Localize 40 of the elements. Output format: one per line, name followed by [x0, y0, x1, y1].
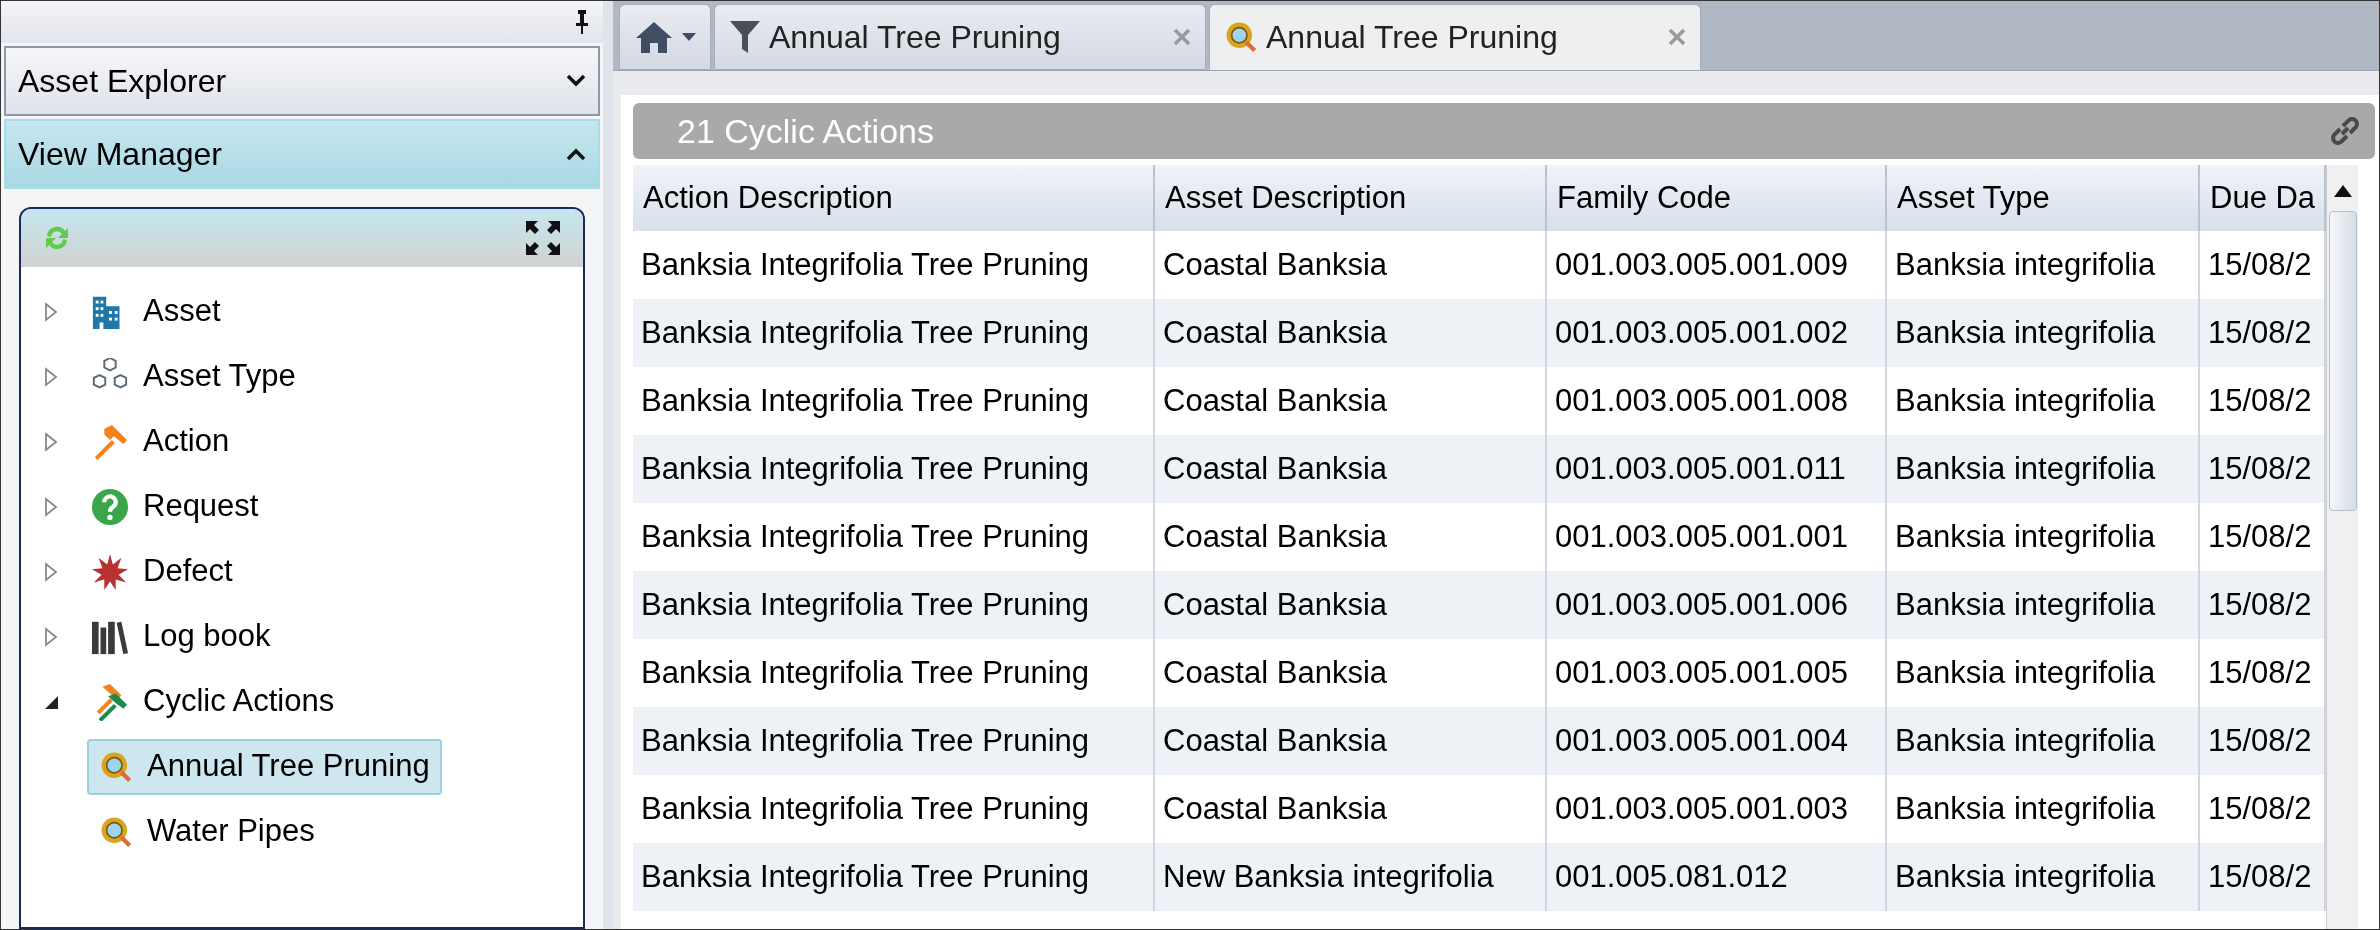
tree-item[interactable]: Asset — [79, 283, 233, 340]
tab-label: Annual Tree Pruning — [1266, 18, 1559, 57]
tab-label: Annual Tree Pruning — [769, 18, 1062, 57]
caret-icon — [682, 33, 696, 41]
scroll-up-icon[interactable] — [2333, 185, 2352, 197]
help-icon — [91, 487, 129, 526]
section-header[interactable]: Asset Explorer — [4, 46, 600, 116]
expand-arrow-icon[interactable] — [43, 431, 59, 452]
expand-arrow-icon[interactable] — [43, 626, 59, 647]
document-tab[interactable]: Annual Tree Pruning — [1209, 4, 1701, 70]
table-cell: New Banksia integrifolia — [1155, 843, 1547, 911]
tree-item[interactable]: Action — [79, 413, 242, 470]
home-tab[interactable] — [619, 4, 711, 70]
tree-item[interactable]: Asset Type — [79, 348, 308, 405]
expand-arrow-icon[interactable] — [43, 496, 59, 517]
document-tab[interactable]: Annual Tree Pruning — [714, 4, 1206, 70]
table-cell: 001.005.081.012 — [1547, 843, 1887, 911]
tree-item[interactable]: Log book — [79, 608, 283, 665]
tree-item[interactable]: Water Pipes — [87, 803, 327, 860]
close-icon[interactable] — [1173, 28, 1191, 46]
grid-title: 21 Cyclic Actions — [677, 110, 934, 152]
tree-item[interactable]: Request — [79, 478, 271, 535]
filter-icon — [729, 20, 761, 54]
tree-item[interactable]: Cyclic Actions — [79, 673, 347, 730]
section-header[interactable]: View Manager — [4, 119, 600, 189]
fullscreen-icon[interactable] — [525, 220, 561, 256]
table-cell: Banksia Integrifolia Tree Pruning — [633, 843, 1155, 911]
close-icon[interactable] — [1668, 28, 1686, 46]
chevron-up-icon — [566, 147, 586, 161]
table-cell: Banksia integrifolia — [1887, 843, 2200, 911]
expand-arrow-icon[interactable] — [43, 366, 59, 387]
chevron-down-icon — [566, 74, 586, 88]
pin-icon[interactable] — [575, 9, 589, 35]
tree-item[interactable]: Annual Tree Pruning — [87, 738, 442, 795]
scrollbar[interactable] — [2326, 165, 2358, 929]
magnifier-icon — [1224, 20, 1258, 54]
home-icon — [634, 20, 674, 54]
tree-item[interactable]: Defect — [79, 543, 245, 600]
expand-arrow-icon[interactable] — [43, 301, 59, 322]
expand-arrow-icon[interactable] — [43, 561, 59, 582]
